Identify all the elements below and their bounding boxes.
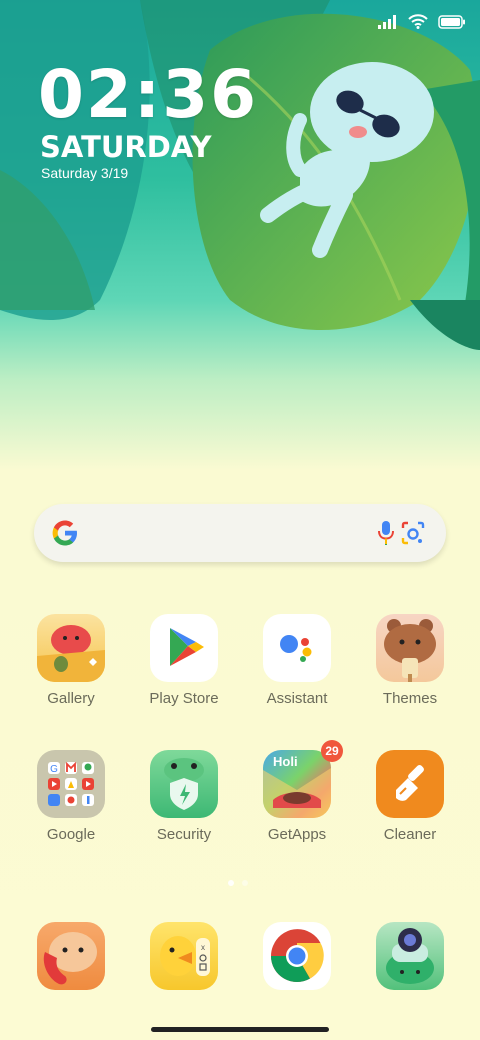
- microphone-icon[interactable]: [376, 520, 396, 551]
- messages-icon: x: [150, 922, 218, 990]
- dock-camera[interactable]: [360, 922, 460, 990]
- app-assistant[interactable]: Assistant: [247, 614, 347, 707]
- app-gallery[interactable]: Gallery: [21, 614, 121, 707]
- notification-badge: 29: [321, 740, 343, 762]
- security-icon: [150, 750, 218, 818]
- dock-phone[interactable]: [21, 922, 121, 990]
- signal-icon: [378, 14, 398, 34]
- google-folder-icon: G: [37, 750, 105, 818]
- app-label: Assistant: [266, 690, 328, 707]
- svg-text:G: G: [50, 764, 58, 775]
- app-label: Themes: [382, 690, 438, 707]
- page-dot: [242, 880, 248, 886]
- wifi-icon: [408, 14, 428, 34]
- gallery-icon: [37, 614, 105, 682]
- clock-date: Saturday 3/19: [41, 165, 129, 181]
- cleaner-icon: [376, 750, 444, 818]
- google-g-icon: [50, 518, 80, 553]
- page-indicator: [228, 880, 248, 886]
- camera-icon: [376, 922, 444, 990]
- app-label: GetApps: [267, 826, 327, 843]
- clock-day: SATURDAY: [40, 130, 212, 164]
- app-label: Play Store: [149, 690, 219, 707]
- dock-chrome[interactable]: [247, 922, 347, 990]
- svg-text:x: x: [201, 943, 205, 952]
- app-themes[interactable]: Themes: [360, 614, 460, 707]
- home-gesture-bar[interactable]: [151, 1027, 329, 1032]
- app-cleaner[interactable]: Cleaner: [360, 750, 460, 843]
- dock-messages[interactable]: x: [134, 922, 234, 990]
- getapps-icon: Holi: [263, 750, 331, 818]
- themes-icon: [376, 614, 444, 682]
- chrome-icon: [263, 922, 331, 990]
- clock-time[interactable]: 02:36: [38, 62, 258, 128]
- status-bar: [378, 14, 466, 34]
- camera-lens-icon[interactable]: [400, 520, 426, 551]
- app-label: Cleaner: [383, 826, 437, 843]
- assistant-icon: [263, 614, 331, 682]
- app-security[interactable]: Security: [134, 750, 234, 843]
- getapps-holi-text: Holi: [273, 754, 298, 769]
- app-getapps[interactable]: Holi 29 GetApps: [247, 740, 347, 843]
- app-label: Google: [46, 826, 96, 843]
- app-label: Gallery: [47, 690, 95, 707]
- battery-icon: [438, 14, 466, 34]
- app-play-store[interactable]: Play Store: [134, 614, 234, 707]
- phone-icon: [37, 922, 105, 990]
- google-search-bar[interactable]: [34, 504, 446, 562]
- page-dot-active: [228, 880, 234, 886]
- home-screen: 02:36 SATURDAY Saturday 3/19 Gallery Pla…: [0, 0, 480, 1040]
- app-label: Security: [156, 826, 212, 843]
- app-google-folder[interactable]: G Google: [21, 750, 121, 843]
- play-store-icon: [150, 614, 218, 682]
